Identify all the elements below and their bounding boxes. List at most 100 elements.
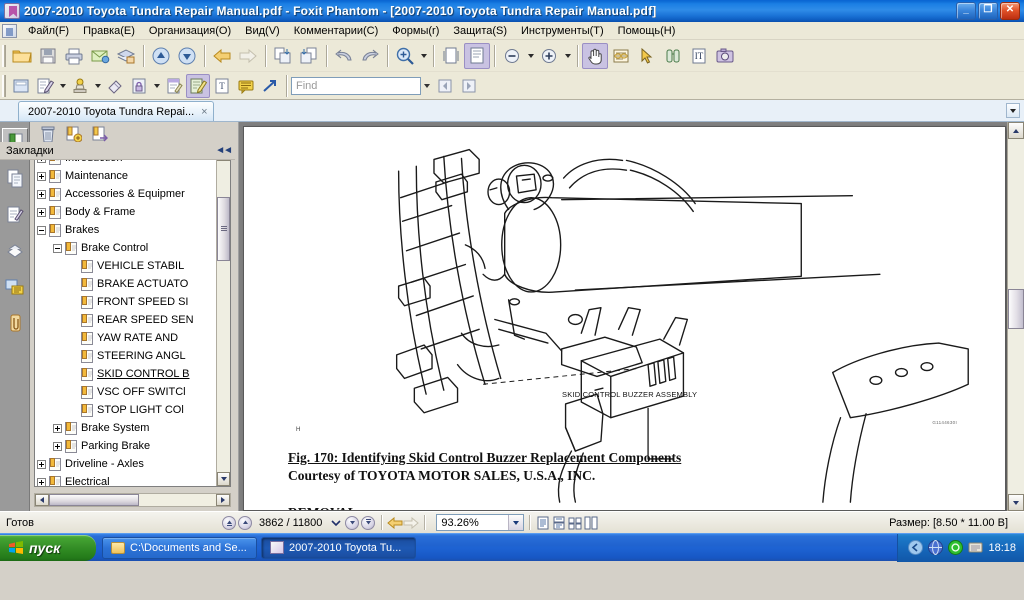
taskbar-item-foxit[interactable]: 2007-2010 Toyota Tu... [261,536,416,559]
select-tool-icon[interactable] [634,43,660,69]
last-page-icon[interactable] [360,515,376,531]
bookmark-item[interactable]: Accessories & Equipmer [37,185,216,203]
single-page-icon[interactable] [535,515,551,531]
close-icon[interactable]: × [201,106,207,118]
lock-dropdown[interactable] [151,73,162,99]
edit-bookmark-icon[interactable] [64,124,84,144]
menu-forms[interactable]: Формы(r) [385,23,446,39]
chevron-down-icon[interactable] [1006,103,1020,118]
bookmark-item[interactable]: STOP LIGHT COl [37,401,216,419]
scroll-thumb[interactable] [217,197,230,261]
bookmark-item[interactable]: SKID CONTROL B [37,365,216,383]
bookmark-item[interactable]: Brakes [37,221,216,239]
scroll-thumb[interactable] [1008,289,1024,329]
stamp-dropdown[interactable] [92,73,103,99]
highlight-icon[interactable] [162,74,186,98]
bookmark-item[interactable]: STEERING ANGL [37,347,216,365]
facing-icon[interactable] [567,515,583,531]
bookmark-item[interactable]: VEHICLE STABIL [37,257,216,275]
snapshot-binocular-icon[interactable] [660,43,686,69]
go-back-icon[interactable] [387,515,403,531]
arrow-icon[interactable] [258,74,282,98]
pencil-dropdown[interactable] [57,73,68,99]
delete-bookmark-icon[interactable] [38,124,58,144]
expand-icon[interactable] [37,171,46,181]
bookmark-item[interactable]: Parking Brake [37,437,216,455]
bookmark-item[interactable]: YAW RATE AND [37,329,216,347]
zoom-tool-dropdown[interactable] [418,43,429,69]
menu-protect[interactable]: Защита(S) [446,23,514,39]
expand-icon[interactable] [53,423,62,433]
page-dropdown-icon[interactable] [328,515,344,531]
bookmark-item[interactable]: BRAKE ACTUATO [37,275,216,293]
scroll-track[interactable] [1008,329,1024,494]
scroll-track[interactable] [217,261,230,472]
scroll-track[interactable] [1008,139,1024,289]
zoom-out-icon[interactable] [499,43,525,69]
next-page-icon[interactable] [344,515,360,531]
expand-icon[interactable] [37,189,46,199]
typewriter-icon[interactable]: IT [686,43,712,69]
search-input[interactable]: Find [291,76,421,95]
bookmark-item[interactable]: Maintenance [37,167,216,185]
antivirus-icon[interactable] [948,540,964,555]
print-icon[interactable] [61,43,87,69]
scroll-track[interactable] [217,161,230,197]
scroll-left-icon[interactable] [35,494,49,506]
collapse-icon[interactable] [53,243,62,253]
open-folder-icon[interactable] [9,43,35,69]
document-tab[interactable]: 2007-2010 Toyota Tundra Repai... × [18,101,214,121]
find-next-icon[interactable] [457,74,481,98]
scroll-down-icon[interactable] [217,472,230,486]
bookmark-item[interactable]: Body & Frame [37,203,216,221]
search-history-dropdown[interactable] [421,77,433,95]
toolbar-grip[interactable] [2,44,6,67]
stamp-icon[interactable] [68,74,92,98]
bookmarks-horizontal-scrollbar[interactable] [34,493,231,507]
redo-icon[interactable] [357,43,383,69]
goto-bookmark-icon[interactable] [90,124,110,144]
attachments-panel-icon[interactable] [2,308,28,338]
page-number-field[interactable]: 3862 / 11800 [259,517,322,529]
first-page-icon[interactable] [221,515,237,531]
pages-panel-icon[interactable] [2,164,28,194]
text-box-icon[interactable]: T [210,74,234,98]
expand-icon[interactable] [53,441,62,451]
continuous-facing-icon[interactable] [583,515,599,531]
signatures-panel-icon[interactable] [2,200,28,230]
menu-file[interactable]: Файл(F) [21,23,76,39]
zoom-in-tool-icon[interactable] [392,43,418,69]
hand-tool-icon[interactable] [582,42,608,69]
layers-panel-icon[interactable] [2,236,28,266]
go-forward-icon[interactable] [403,515,420,531]
menu-comments[interactable]: Комментарии(C) [287,23,386,39]
undo-icon[interactable] [331,43,357,69]
expand-icon[interactable] [37,477,46,486]
text-viewer-icon[interactable] [608,43,634,69]
previous-view-icon[interactable] [209,43,235,69]
bookmark-item[interactable]: Brake System [37,419,216,437]
scroll-track[interactable] [139,494,216,506]
bookmark-item[interactable]: REAR SPEED SEN [37,311,216,329]
taskbar-clock[interactable]: 18:18 [988,542,1016,554]
scroll-right-icon[interactable] [216,494,230,506]
menu-edit[interactable]: Правка(E) [76,23,142,39]
start-button[interactable]: пуск [0,534,96,561]
page-down-icon[interactable] [174,43,200,69]
collapse-icon[interactable] [37,225,46,235]
previous-page-icon[interactable] [237,515,253,531]
save-icon[interactable] [35,43,61,69]
camera-snapshot-icon[interactable] [712,43,738,69]
note-icon[interactable] [9,74,33,98]
bookmarks-vertical-scrollbar[interactable] [216,147,230,486]
scroll-down-icon[interactable] [1008,494,1024,511]
comments-panel-icon[interactable] [2,272,28,302]
menu-organize[interactable]: Организация(O) [142,23,238,39]
document-vertical-scrollbar[interactable] [1007,122,1024,511]
find-previous-icon[interactable] [433,74,457,98]
bookmark-item[interactable]: Electrical [37,473,216,486]
maximize-button[interactable]: ❐ [978,2,998,20]
toolbar-grip[interactable] [2,74,6,97]
messenger-icon[interactable] [968,540,983,555]
email-icon[interactable] [87,43,113,69]
